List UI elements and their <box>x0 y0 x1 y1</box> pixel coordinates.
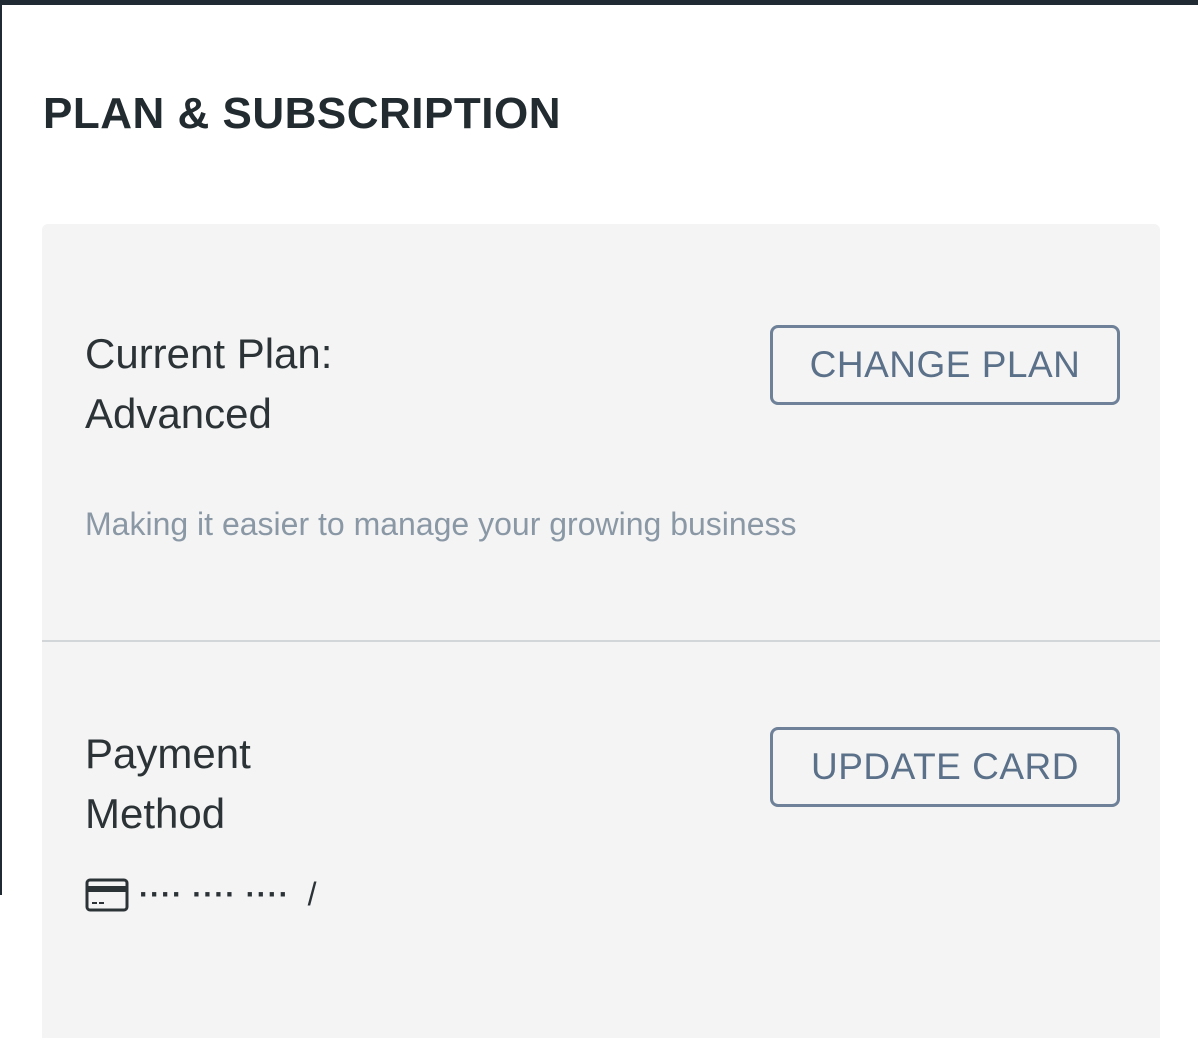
update-card-button[interactable]: UPDATE CARD <box>770 727 1120 807</box>
change-plan-button[interactable]: CHANGE PLAN <box>770 325 1120 405</box>
current-plan-label-line1: Current Plan: <box>85 330 333 377</box>
subscription-card: Current Plan: Advanced CHANGE PLAN Makin… <box>42 224 1160 1038</box>
left-border <box>0 0 2 895</box>
credit-card-icon <box>85 878 129 912</box>
current-plan-label: Current Plan: Advanced <box>85 324 332 444</box>
card-info: ···· ···· ···· / <box>85 876 316 913</box>
page-title: PLAN & SUBSCRIPTION <box>43 89 561 138</box>
payment-method-label: Payment Method <box>85 724 251 844</box>
payment-method-label-line2: Method <box>85 790 226 837</box>
card-expiry: / <box>307 876 317 912</box>
top-border <box>0 0 1198 5</box>
current-plan-name: Advanced <box>85 390 272 437</box>
card-number-masked: ···· ···· ···· <box>139 877 290 911</box>
payment-method-label-line1: Payment <box>85 730 251 777</box>
plan-subscription-page: PLAN & SUBSCRIPTION Current Plan: Advanc… <box>0 0 1198 1038</box>
plan-description: Making it easier to manage your growing … <box>85 506 797 542</box>
